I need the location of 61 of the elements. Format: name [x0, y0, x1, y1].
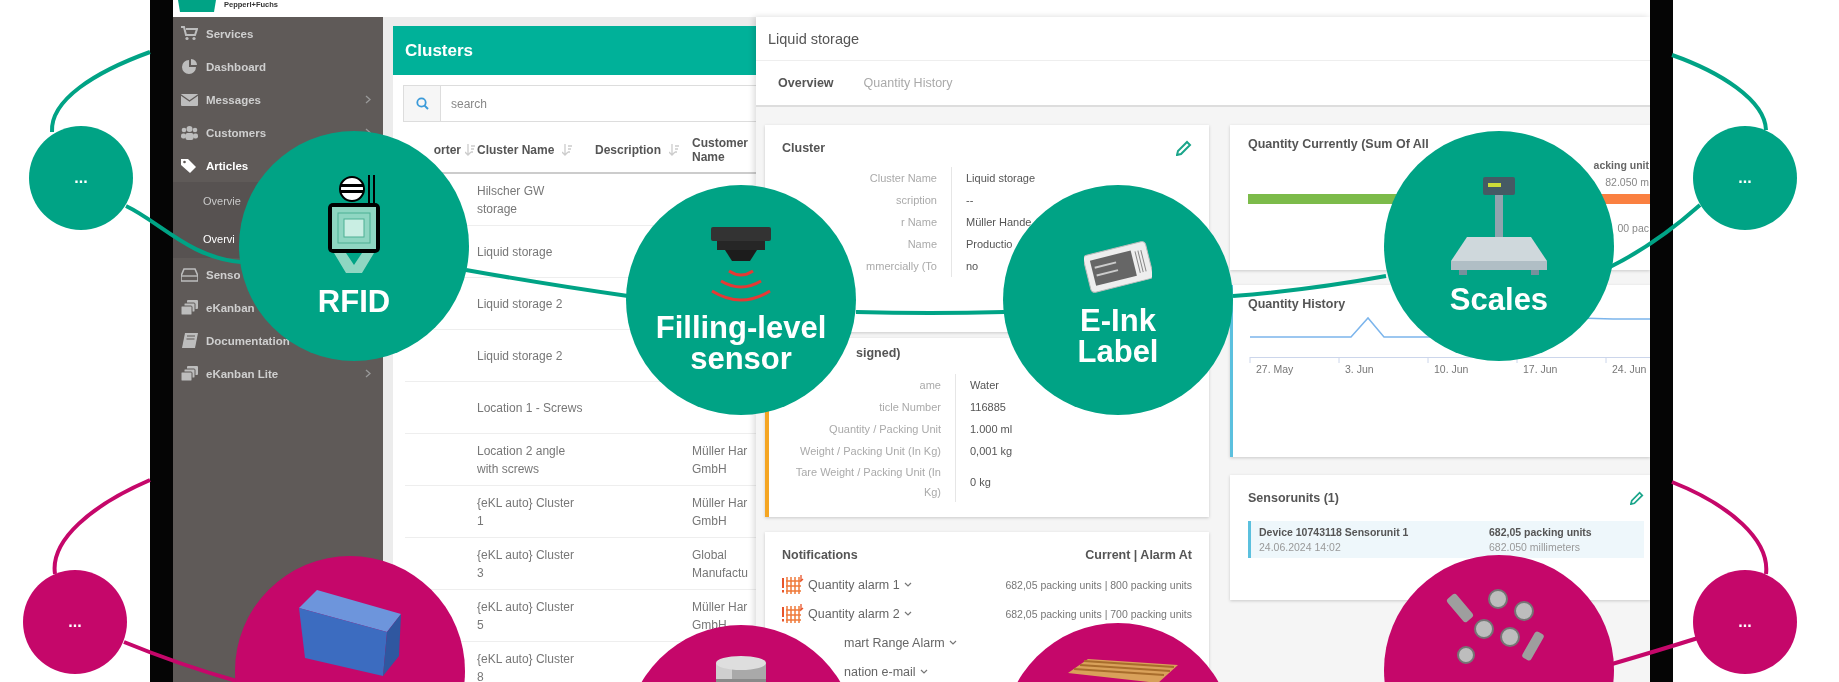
alarm-reading: 682,05 packing units | 800 packing units: [1005, 578, 1192, 591]
bubble-label: Scales: [1449, 284, 1549, 315]
axis-label: 17. Jun: [1523, 363, 1559, 375]
field-label: ame: [919, 378, 941, 393]
table-cell-text: {eKL auto} Cluster 3: [477, 546, 575, 582]
unit-name: Device 10743118 Sensorunit 1: [1259, 526, 1410, 538]
table-cell-text: Location 1 - Screws: [477, 399, 583, 417]
field-value: 0 kg: [970, 476, 991, 488]
quantity-label: acking unit: [1593, 158, 1649, 173]
bubble-label: E-Ink Label: [1076, 304, 1160, 367]
bubble-label: RFID: [317, 286, 391, 317]
table-cell-text: {eKL auto} Cluster 5: [477, 598, 575, 634]
column-header: Current | Alarm At: [1085, 548, 1192, 562]
quantity-value: 82.050 m: [1605, 175, 1649, 190]
card-title: signed): [856, 346, 901, 360]
table-cell-text: Liquid storage 2: [477, 347, 564, 365]
table-cell-text: {eKL auto} Cluster 1: [477, 494, 575, 530]
field-value: 1.000 ml: [970, 423, 1013, 435]
field-label: Tare Weight / Packing Unit (In Kg): [794, 465, 941, 500]
field-label: ticle Number: [879, 400, 941, 415]
table-cell-text: Hilscher GW storage: [477, 182, 546, 218]
field-label: mmercially (To: [866, 259, 937, 274]
card-title: Quantity History: [1248, 297, 1346, 311]
table-cell-text: Müller Har GmbH: [692, 598, 749, 634]
threshold-value: 00 pac: [1617, 221, 1649, 236]
table-cell-text: Liquid storage 2: [477, 295, 564, 313]
field-label: Quantity / Packing Unit: [829, 422, 941, 437]
card-title: Quantity Currently (Sum Of All: [1248, 137, 1429, 151]
field-label: Name: [907, 237, 937, 252]
axis-label: 27. May: [1256, 363, 1295, 375]
card-title: Cluster: [782, 141, 826, 155]
card-title: Sensorunits (1): [1248, 491, 1339, 505]
axis-label: 10. Jun: [1434, 363, 1470, 375]
axis-label: 24. Jun: [1612, 363, 1648, 375]
field-label: Cluster Name: [869, 171, 937, 186]
table-cell-text: {eKL auto} Cluster 8: [477, 650, 575, 682]
field-label: scription: [896, 193, 937, 208]
table-cell-text: Global Manufactu: [692, 546, 750, 582]
table-cell-text: Liquid storage: [477, 243, 554, 261]
table-cell-text: Müller Har GmbH: [692, 442, 749, 478]
table-cell-text: Müller Har GmbH: [692, 494, 749, 530]
unit-time: 24.06.2024 14:02: [1259, 541, 1342, 553]
card-title: Notifications: [782, 548, 858, 562]
field-value: Productio: [966, 238, 1013, 250]
bubble-label: Filling-level sensor: [654, 311, 828, 374]
unit-quantity: 682,05 packing units: [1489, 526, 1593, 538]
field-label: r Name: [900, 215, 937, 230]
field-value: --: [966, 194, 974, 206]
field-value: 116885: [970, 401, 1006, 413]
unit-reading: 682.050 millimeters: [1489, 541, 1582, 553]
table-cell-text: Location 2 angle with screws: [477, 442, 567, 478]
panel-header: Clusters: [393, 26, 756, 75]
panel-title: Liquid storage: [768, 30, 860, 47]
field-value: no: [966, 260, 979, 272]
field-value: Müller Hande: [966, 216, 1032, 228]
field-value: Water: [970, 379, 999, 391]
field-value: Liquid storage: [966, 172, 1036, 184]
alarm-reading: 682,05 packing units | 700 packing units: [1005, 607, 1192, 620]
field-label: Weight / Packing Unit (In Kg): [799, 444, 941, 459]
axis-label: 3. Jun: [1345, 363, 1375, 375]
field-value: 0,001 kg: [970, 445, 1013, 457]
